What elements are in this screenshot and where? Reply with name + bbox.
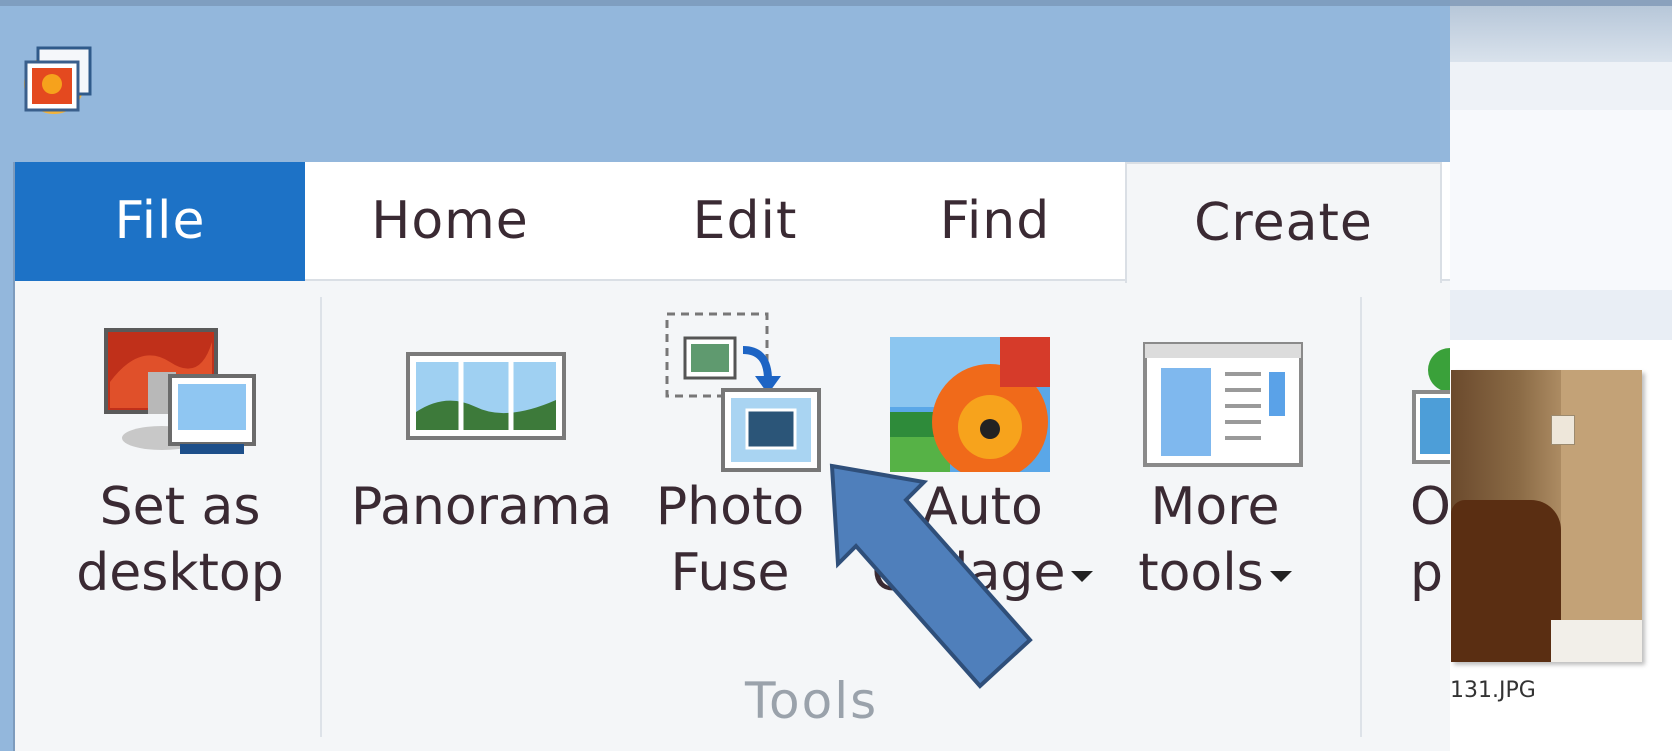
set-as-desktop-icon bbox=[104, 328, 256, 454]
partial-tool-label-1: O bbox=[1410, 477, 1450, 537]
more-tools-button[interactable]: More tools bbox=[1115, 322, 1315, 722]
panorama-button[interactable]: Panorama bbox=[351, 322, 613, 722]
ribbon-tab-strip: File Home Edit Find Create bbox=[15, 162, 1450, 283]
background-ribbon-area bbox=[1440, 110, 1672, 291]
more-tools-icon bbox=[1143, 342, 1303, 467]
more-tools-label-2: tools bbox=[1138, 543, 1264, 603]
partial-tool-button[interactable]: O p bbox=[1410, 322, 1450, 722]
set-as-desktop-label-1: Set as bbox=[99, 477, 261, 537]
thumbnail-filename: 131.JPG bbox=[1450, 678, 1536, 703]
background-titlebar bbox=[1440, 0, 1672, 62]
partial-tool-label-2: p bbox=[1410, 543, 1444, 603]
tab-file[interactable]: File bbox=[15, 162, 305, 281]
auto-collage-icon bbox=[890, 337, 1050, 472]
ribbon: File Home Edit Find Create Set as deskto… bbox=[13, 162, 1450, 751]
photo-gallery-window: File Home Edit Find Create Set as deskto… bbox=[0, 0, 1450, 751]
tab-home[interactable]: Home bbox=[335, 162, 565, 281]
thumbnail-wall bbox=[1561, 370, 1642, 662]
group-separator bbox=[320, 297, 322, 737]
photo-fuse-label-2: Fuse bbox=[670, 543, 790, 603]
tab-find[interactable]: Find bbox=[905, 162, 1085, 281]
photo-thumbnail[interactable] bbox=[1451, 370, 1642, 662]
photo-fuse-button[interactable]: Photo Fuse bbox=[655, 312, 835, 722]
chevron-down-icon bbox=[1269, 570, 1292, 582]
photo-fuse-icon bbox=[665, 312, 821, 472]
thumbnail-switch bbox=[1551, 415, 1575, 445]
pointer-arrow bbox=[829, 463, 1033, 689]
app-icon[interactable] bbox=[14, 40, 98, 124]
background-toolbar bbox=[1440, 62, 1672, 111]
thumbnail-baseboard bbox=[1551, 620, 1642, 662]
thumbnail-furniture bbox=[1451, 500, 1561, 662]
photo-fuse-label-1: Photo bbox=[655, 477, 805, 537]
tab-edit[interactable]: Edit bbox=[655, 162, 835, 281]
partial-tool-icon bbox=[1412, 348, 1450, 464]
group-separator bbox=[1360, 297, 1362, 737]
panorama-label: Panorama bbox=[351, 477, 613, 537]
background-header-strip bbox=[1440, 290, 1672, 341]
chevron-down-icon bbox=[1071, 570, 1094, 582]
more-tools-label-1: More bbox=[1150, 477, 1280, 537]
set-as-desktop-button[interactable]: Set as desktop bbox=[55, 322, 305, 722]
panorama-icon bbox=[406, 352, 566, 440]
set-as-desktop-label-2: desktop bbox=[76, 543, 284, 603]
tab-create[interactable]: Create bbox=[1125, 162, 1442, 283]
